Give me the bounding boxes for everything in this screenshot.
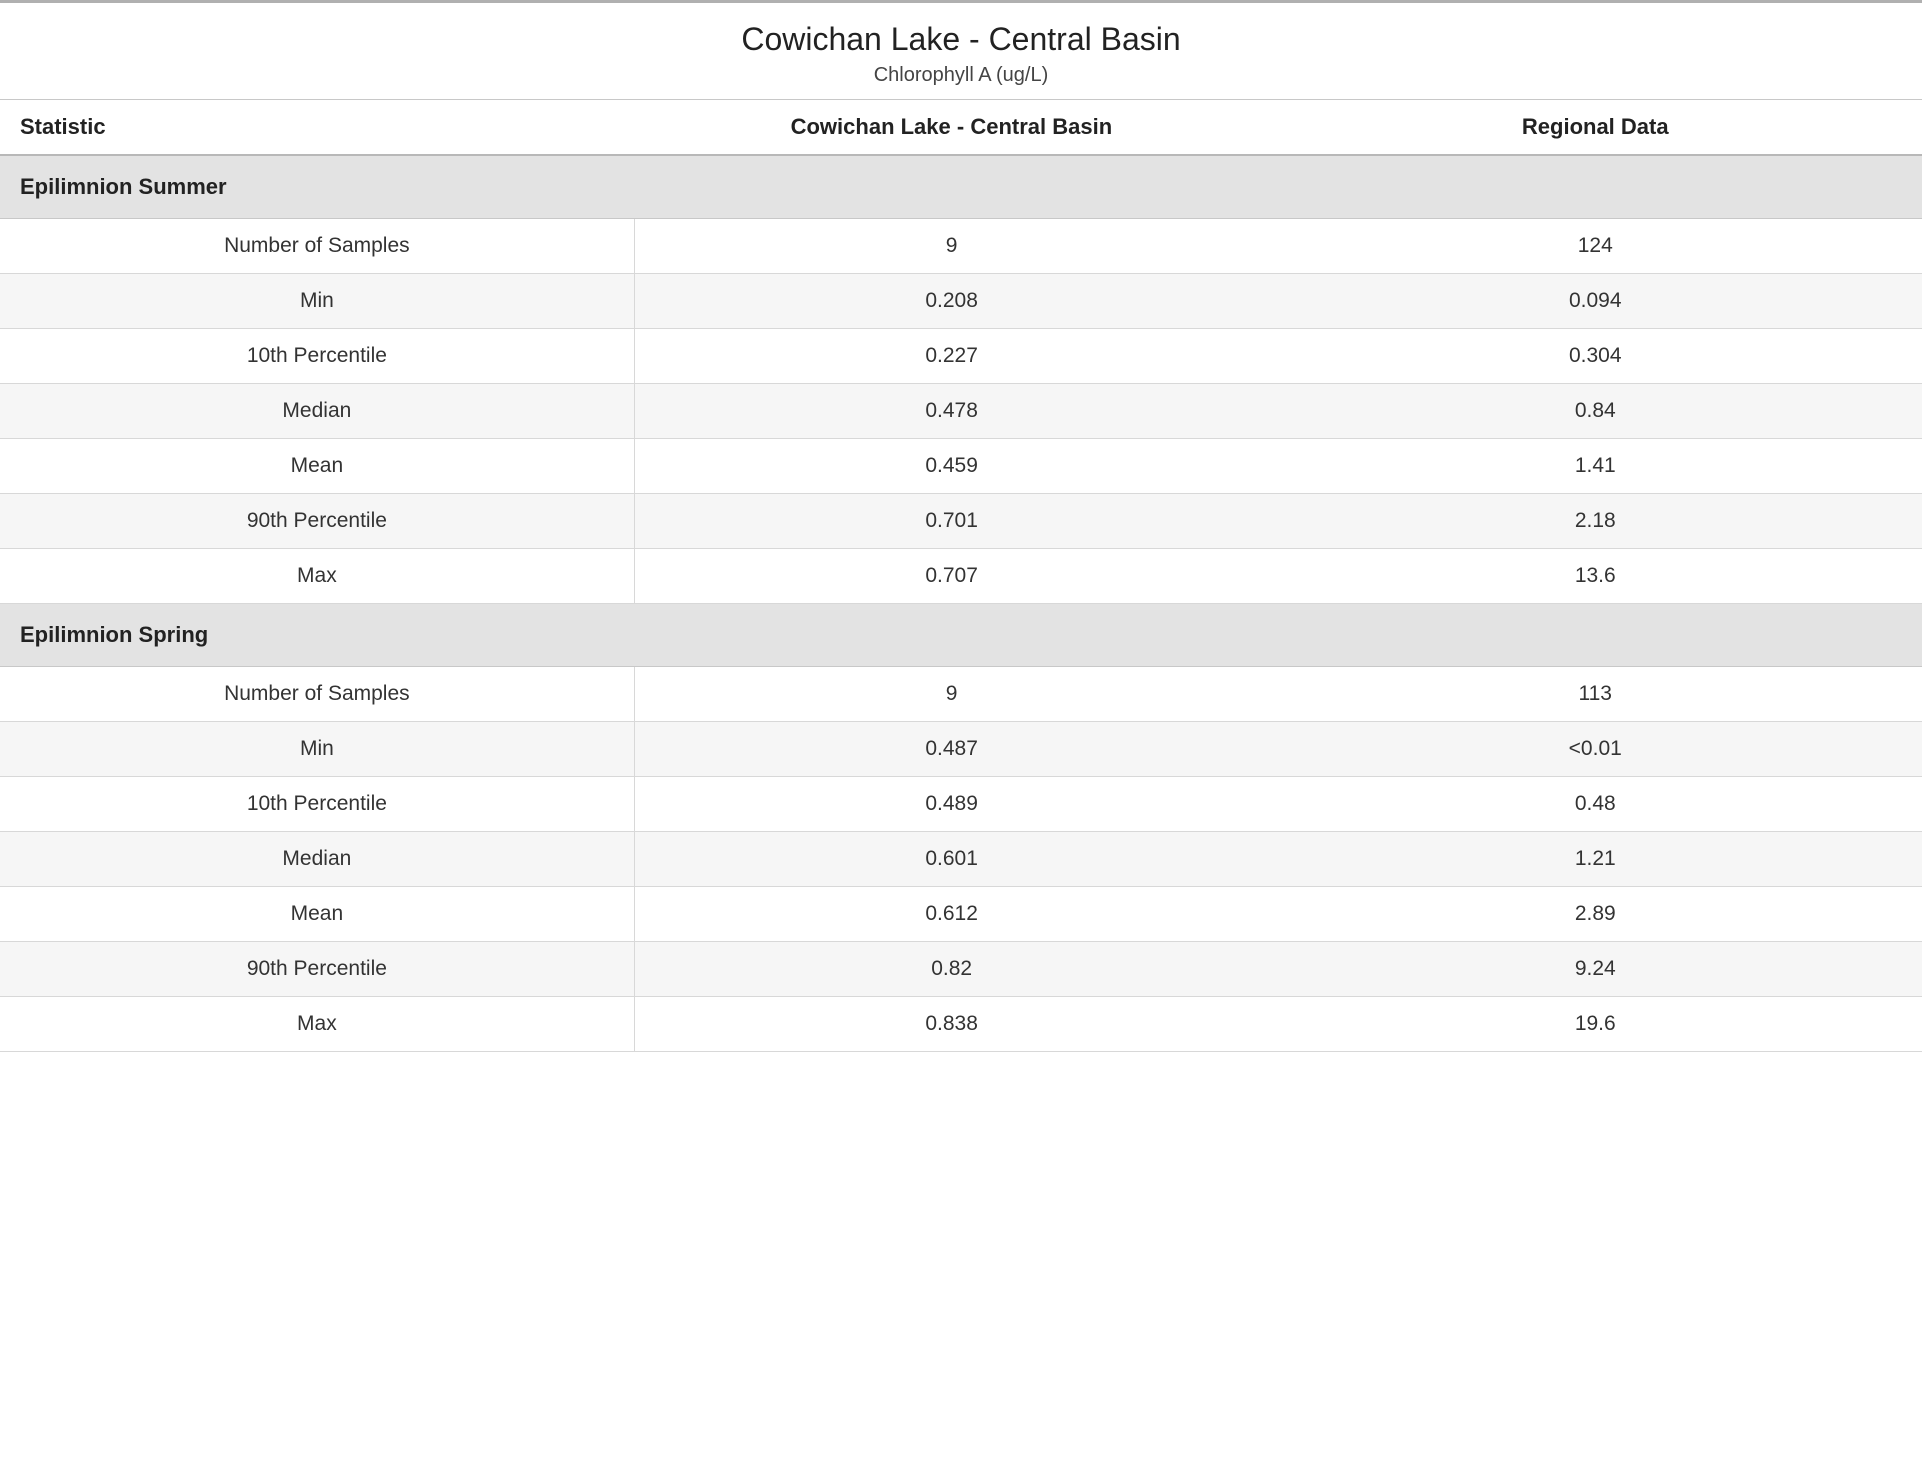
region-value: 0.304 <box>1269 329 1922 384</box>
section-title: Epilimnion Summer <box>0 155 1922 219</box>
col-header-site: Cowichan Lake - Central Basin <box>634 100 1268 155</box>
table-body: Epilimnion Summer Number of Samples 9 12… <box>0 155 1922 1052</box>
table-row: Min 0.208 0.094 <box>0 274 1922 329</box>
table-row: Mean 0.459 1.41 <box>0 439 1922 494</box>
table-row: Mean 0.612 2.89 <box>0 887 1922 942</box>
region-value: 0.094 <box>1269 274 1922 329</box>
table-row: Max 0.838 19.6 <box>0 997 1922 1052</box>
stat-label: Median <box>0 384 634 439</box>
stat-label: Mean <box>0 439 634 494</box>
stat-label: Mean <box>0 887 634 942</box>
site-value: 0.82 <box>634 942 1268 997</box>
stat-label: 10th Percentile <box>0 777 634 832</box>
site-value: 9 <box>634 219 1268 274</box>
table-row: Number of Samples 9 124 <box>0 219 1922 274</box>
section-header: Epilimnion Spring <box>0 604 1922 667</box>
region-value: 13.6 <box>1269 549 1922 604</box>
stat-label: 90th Percentile <box>0 494 634 549</box>
site-value: 0.707 <box>634 549 1268 604</box>
site-value: 9 <box>634 667 1268 722</box>
region-value: 0.84 <box>1269 384 1922 439</box>
table-row: 10th Percentile 0.489 0.48 <box>0 777 1922 832</box>
header-row: Statistic Cowichan Lake - Central Basin … <box>0 100 1922 155</box>
site-value: 0.459 <box>634 439 1268 494</box>
region-value: 9.24 <box>1269 942 1922 997</box>
table-row: 10th Percentile 0.227 0.304 <box>0 329 1922 384</box>
stat-label: Min <box>0 274 634 329</box>
region-value: 2.18 <box>1269 494 1922 549</box>
page-title: Cowichan Lake - Central Basin <box>0 21 1922 58</box>
region-value: 113 <box>1269 667 1922 722</box>
report-container: Cowichan Lake - Central Basin Chlorophyl… <box>0 0 1922 1052</box>
region-value: 124 <box>1269 219 1922 274</box>
table-row: 90th Percentile 0.701 2.18 <box>0 494 1922 549</box>
stats-table: Statistic Cowichan Lake - Central Basin … <box>0 100 1922 1052</box>
stat-label: 90th Percentile <box>0 942 634 997</box>
stat-label: Max <box>0 997 634 1052</box>
table-row: 90th Percentile 0.82 9.24 <box>0 942 1922 997</box>
site-value: 0.487 <box>634 722 1268 777</box>
site-value: 0.838 <box>634 997 1268 1052</box>
site-value: 0.227 <box>634 329 1268 384</box>
stat-label: Number of Samples <box>0 667 634 722</box>
col-header-region: Regional Data <box>1269 100 1922 155</box>
title-section: Cowichan Lake - Central Basin Chlorophyl… <box>0 3 1922 100</box>
table-row: Median 0.601 1.21 <box>0 832 1922 887</box>
region-value: 1.41 <box>1269 439 1922 494</box>
region-value: 2.89 <box>1269 887 1922 942</box>
table-row: Max 0.707 13.6 <box>0 549 1922 604</box>
site-value: 0.612 <box>634 887 1268 942</box>
site-value: 0.208 <box>634 274 1268 329</box>
col-header-statistic: Statistic <box>0 100 634 155</box>
page-subtitle: Chlorophyll A (ug/L) <box>0 64 1922 87</box>
region-value: <0.01 <box>1269 722 1922 777</box>
section-title: Epilimnion Spring <box>0 604 1922 667</box>
stat-label: Number of Samples <box>0 219 634 274</box>
table-row: Median 0.478 0.84 <box>0 384 1922 439</box>
site-value: 0.478 <box>634 384 1268 439</box>
section-header: Epilimnion Summer <box>0 155 1922 219</box>
site-value: 0.489 <box>634 777 1268 832</box>
table-row: Number of Samples 9 113 <box>0 667 1922 722</box>
stat-label: Min <box>0 722 634 777</box>
site-value: 0.601 <box>634 832 1268 887</box>
stat-label: Max <box>0 549 634 604</box>
site-value: 0.701 <box>634 494 1268 549</box>
region-value: 0.48 <box>1269 777 1922 832</box>
stat-label: 10th Percentile <box>0 329 634 384</box>
region-value: 1.21 <box>1269 832 1922 887</box>
table-row: Min 0.487 <0.01 <box>0 722 1922 777</box>
region-value: 19.6 <box>1269 997 1922 1052</box>
stat-label: Median <box>0 832 634 887</box>
